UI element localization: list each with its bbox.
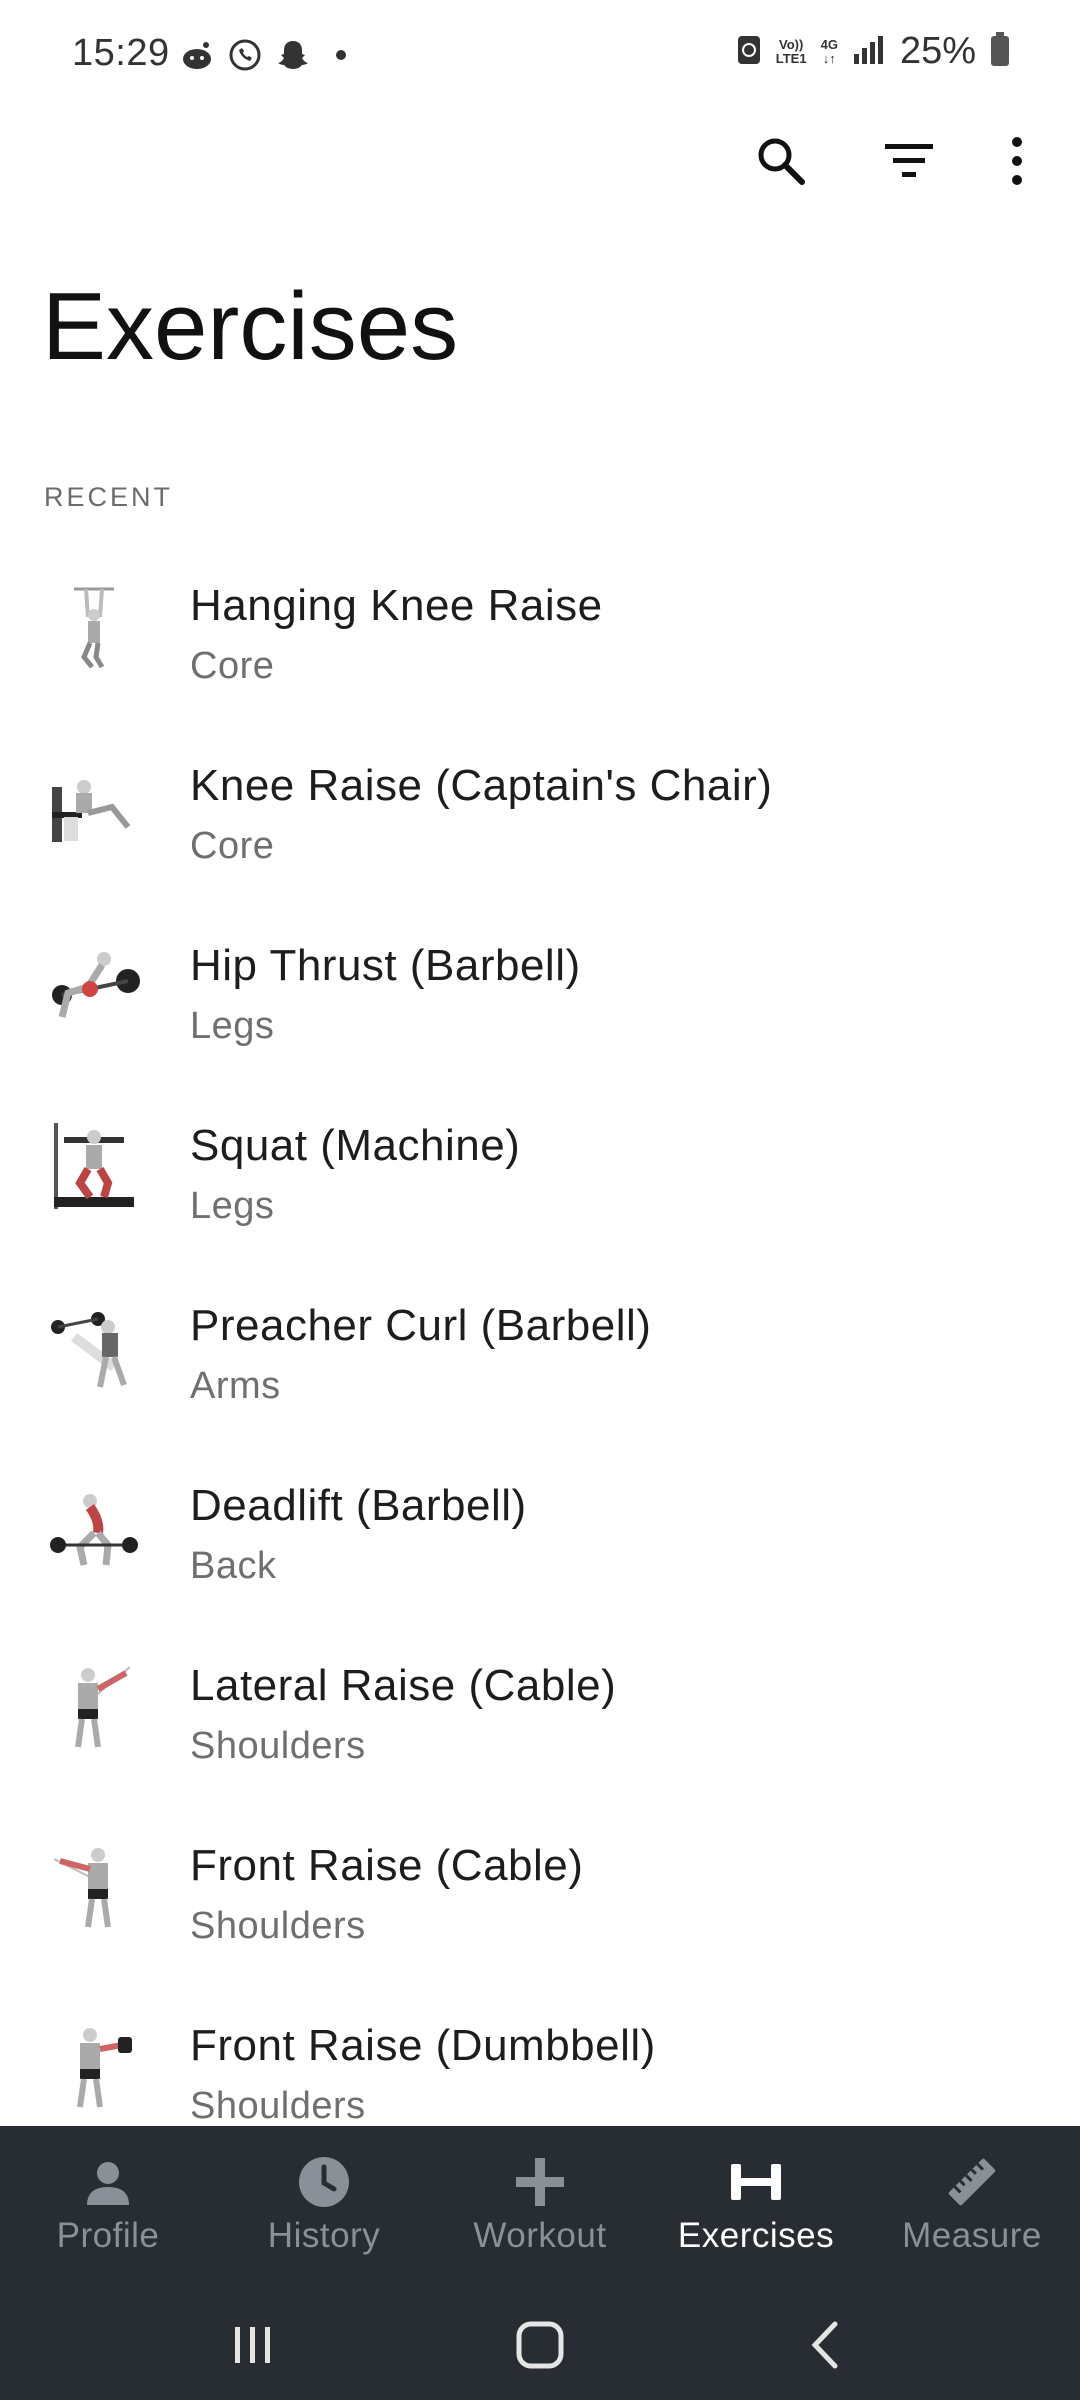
nav-item-history[interactable]: History — [216, 2126, 432, 2290]
plus-icon — [510, 2152, 570, 2212]
sync-icon — [736, 32, 762, 71]
home-button[interactable] — [490, 2305, 590, 2385]
exercise-thumbnail — [44, 1837, 144, 1937]
exercise-item[interactable]: Knee Raise (Captain's Chair) Core — [0, 715, 1080, 895]
exercise-item[interactable]: Lateral Raise (Cable) Shoulders — [0, 1615, 1080, 1795]
exercise-item[interactable]: Squat (Machine) Legs — [0, 1075, 1080, 1255]
exercise-thumbnail — [44, 2017, 144, 2117]
exercise-item[interactable]: Preacher Curl (Barbell) Arms — [0, 1255, 1080, 1435]
volte-label: Vo)) — [779, 36, 804, 52]
exercise-category: Legs — [190, 1185, 275, 1227]
exercise-category: Back — [190, 1545, 277, 1587]
back-button[interactable] — [777, 2305, 877, 2385]
dot-icon — [324, 38, 358, 72]
person-icon — [78, 2152, 138, 2212]
exercise-thumbnail — [44, 1297, 144, 1397]
exercise-thumbnail — [44, 1477, 144, 1577]
nav-label: Exercises — [677, 2216, 835, 2255]
exercise-name: Front Raise (Dumbbell) — [190, 2021, 656, 2070]
exercise-item[interactable]: Deadlift (Barbell) Back — [0, 1435, 1080, 1615]
whatsapp-icon — [228, 38, 262, 72]
section-header-recent: RECENT — [44, 482, 174, 512]
exercise-category: Legs — [190, 1005, 275, 1047]
status-right: Vo)) LTE1 4G ↓↑ 25% — [736, 30, 1010, 73]
exercise-name: Lateral Raise (Cable) — [190, 1661, 617, 1710]
nav-label: Workout — [473, 2216, 607, 2255]
exercise-item[interactable]: Hip Thrust (Barbell) Legs — [0, 895, 1080, 1075]
lte-label: LTE1 — [775, 50, 807, 66]
bottom-navigation: Profile History Workout Exercises Measur… — [0, 2126, 1080, 2290]
page-title: Exercises — [42, 273, 459, 380]
exercise-item[interactable]: Front Raise (Dumbbell) Shoulders — [0, 1975, 1080, 2123]
exercise-category: Shoulders — [190, 1905, 366, 1947]
exercise-name: Knee Raise (Captain's Chair) — [190, 761, 773, 810]
search-icon — [758, 138, 805, 185]
status-time: 15:29 — [72, 32, 170, 74]
network-type: 4G ↓↑ — [820, 36, 838, 66]
exercise-category: Shoulders — [190, 1725, 366, 1767]
nav-item-profile[interactable]: Profile — [0, 2126, 216, 2290]
exercise-name: Squat (Machine) — [190, 1121, 521, 1170]
exercise-name: Hip Thrust (Barbell) — [190, 941, 581, 990]
dumbbell-icon — [726, 2152, 786, 2212]
exercise-thumbnail — [44, 757, 144, 857]
reddit-icon — [180, 38, 214, 72]
exercise-item[interactable]: Front Raise (Cable) Shoulders — [0, 1795, 1080, 1975]
nav-item-exercises[interactable]: Exercises — [648, 2126, 864, 2290]
top-action-bar — [696, 118, 1080, 204]
more-vert-icon — [1012, 137, 1022, 185]
battery-percent: 25% — [899, 30, 976, 72]
recent-apps-icon — [235, 2327, 271, 2363]
nav-label: Measure — [902, 2216, 1042, 2255]
exercise-name: Front Raise (Cable) — [190, 1841, 584, 1890]
filter-icon — [885, 144, 933, 177]
nav-label: Profile — [56, 2216, 160, 2255]
exercise-list: Hanging Knee Raise Core Knee Raise (Capt… — [0, 535, 1080, 2123]
exercise-thumbnail — [44, 1657, 144, 1757]
filter-button[interactable] — [866, 118, 952, 204]
nav-label: History — [267, 2216, 381, 2255]
search-button[interactable] — [738, 118, 824, 204]
notification-icons — [180, 38, 358, 72]
back-icon — [811, 2321, 838, 2369]
system-navigation-bar — [0, 2290, 1080, 2400]
exercise-category: Shoulders — [190, 2085, 366, 2123]
exercise-thumbnail — [44, 937, 144, 1037]
exercise-item[interactable]: Hanging Knee Raise Core — [0, 535, 1080, 715]
recent-apps-button[interactable] — [203, 2305, 303, 2385]
home-icon — [516, 2321, 564, 2369]
nav-item-measure[interactable]: Measure — [864, 2126, 1080, 2290]
ruler-icon — [942, 2152, 1002, 2212]
snapchat-icon — [276, 38, 310, 72]
exercise-name: Hanging Knee Raise — [190, 581, 603, 630]
signal-icon — [852, 34, 886, 69]
exercise-category: Core — [190, 645, 275, 687]
status-bar: 15:29 Vo)) LTE1 4G ↓↑ 25% — [0, 0, 1080, 120]
exercise-thumbnail — [44, 1117, 144, 1217]
more-options-button[interactable] — [974, 118, 1060, 204]
nav-item-workout[interactable]: Workout — [432, 2126, 648, 2290]
network-type-label: 4G — [820, 36, 838, 52]
exercise-category: Core — [190, 825, 275, 867]
battery-icon — [990, 31, 1010, 72]
clock-icon — [294, 2152, 354, 2212]
exercise-category: Arms — [190, 1365, 281, 1407]
exercise-name: Deadlift (Barbell) — [190, 1481, 527, 1530]
exercise-name: Preacher Curl (Barbell) — [190, 1301, 652, 1350]
volte-indicator: Vo)) LTE1 — [775, 36, 807, 66]
exercise-thumbnail — [44, 577, 144, 677]
